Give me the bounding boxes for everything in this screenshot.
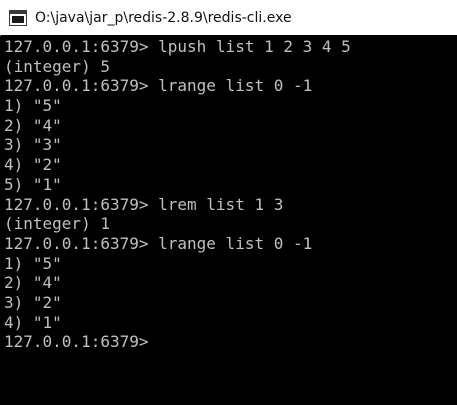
console-line: 3) "2" [4, 292, 62, 312]
console-line: 1) "5" [4, 96, 62, 116]
console-line: 127.0.0.1:6379> lrange list 0 -1 [4, 76, 313, 96]
console-line: 3) "3" [4, 135, 62, 155]
console-line: 127.0.0.1:6379> lrem list 1 3 [4, 194, 284, 214]
console-prompt[interactable]: 127.0.0.1:6379> [4, 332, 457, 352]
window-title: O:\java\jar_p\redis-2.8.9\redis-cli.exe [35, 9, 292, 26]
console-line: 127.0.0.1:6379> lpush list 1 2 3 4 5 [4, 37, 351, 56]
console-line: 1) "5" [4, 253, 62, 273]
console-line: 127.0.0.1:6379> lrange list 0 -1 [4, 233, 313, 253]
console-line: 2) "4" [4, 273, 62, 293]
console-line: 4) "2" [4, 155, 62, 175]
console-output[interactable]: 127.0.0.1:6379> lpush list 1 2 3 4 5 (in… [0, 36, 457, 405]
console-line: (integer) 5 [4, 56, 110, 76]
console-window: O:\java\jar_p\redis-2.8.9\redis-cli.exe … [0, 0, 457, 405]
console-app-icon[interactable] [9, 9, 27, 26]
console-line: 2) "4" [4, 115, 62, 135]
title-bar[interactable]: O:\java\jar_p\redis-2.8.9\redis-cli.exe [0, 0, 457, 35]
console-line: 5) "1" [4, 174, 62, 194]
console-line: 4) "1" [4, 312, 62, 332]
console-line: (integer) 1 [4, 214, 110, 234]
